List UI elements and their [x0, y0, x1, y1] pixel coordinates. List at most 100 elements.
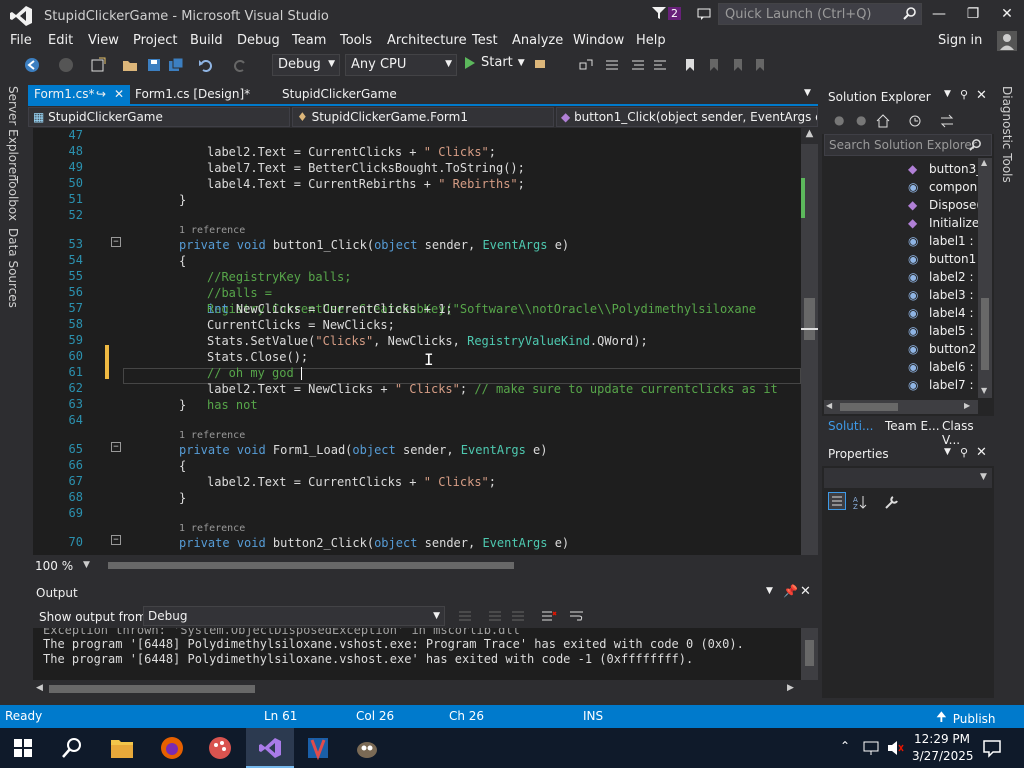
server-explorer-tab[interactable]: Server Explorer: [6, 86, 20, 179]
split-icon[interactable]: ▲: [801, 128, 818, 144]
scroll-thumb[interactable]: [840, 403, 898, 411]
zoom-level[interactable]: 100 %: [35, 559, 73, 573]
collapse-toggle[interactable]: −: [111, 237, 121, 247]
clock-date[interactable]: 3/27/2025: [912, 749, 974, 763]
undo-icon[interactable]: [198, 57, 214, 73]
clear-all-icon[interactable]: [541, 609, 557, 623]
menu-debug[interactable]: Debug: [237, 33, 280, 48]
tab-class-view[interactable]: Class V...: [942, 419, 994, 447]
file-explorer-icon[interactable]: [110, 737, 134, 759]
scroll-thumb[interactable]: [981, 298, 989, 370]
tab-form1-design[interactable]: Form1.cs [Design]*: [129, 85, 269, 104]
close-icon[interactable]: ✕: [976, 88, 987, 103]
browser-link-icon[interactable]: [534, 57, 550, 73]
scroll-up-icon[interactable]: ▲: [981, 158, 987, 167]
tree-horizontal-scrollbar[interactable]: ◀ ▶: [824, 400, 978, 414]
codelens-reference[interactable]: 1 reference: [179, 430, 245, 441]
save-all-icon[interactable]: [168, 57, 184, 73]
back-icon[interactable]: ●: [834, 113, 844, 127]
minimize-button[interactable]: —: [922, 0, 956, 28]
member-dropdown[interactable]: ◆ button1_Click(object sender, EventArgs…: [556, 107, 818, 127]
tab-team-explorer[interactable]: Team E...: [885, 419, 940, 433]
scroll-thumb[interactable]: [804, 298, 815, 340]
forward-icon[interactable]: ●: [856, 113, 866, 127]
collapse-toggle[interactable]: −: [111, 535, 121, 545]
close-button[interactable]: ✕: [990, 0, 1024, 28]
project-dropdown[interactable]: ▦ StupidClickerGame: [28, 107, 290, 127]
step-into-icon[interactable]: [578, 57, 594, 73]
output-source-select[interactable]: Debug ▼: [143, 606, 445, 626]
avatar[interactable]: [997, 31, 1017, 51]
configuration-select[interactable]: Debug ▼: [272, 54, 340, 76]
start-button[interactable]: Start ▼: [464, 55, 525, 70]
tree-vertical-scrollbar[interactable]: ▲ ▼: [978, 158, 992, 398]
back-icon[interactable]: [24, 57, 40, 73]
tab-solution-explorer[interactable]: Soluti...: [828, 419, 873, 433]
output-text[interactable]: Exception thrown: 'System.ObjectDisposed…: [33, 628, 818, 680]
categorized-button[interactable]: [828, 492, 846, 510]
scroll-thumb[interactable]: [108, 562, 514, 569]
data-sources-tab[interactable]: Data Sources: [6, 228, 20, 308]
clear-bookmarks-icon[interactable]: [752, 57, 768, 73]
gimp-icon[interactable]: [354, 736, 380, 760]
open-folder-icon[interactable]: [122, 57, 138, 73]
network-icon[interactable]: [862, 740, 880, 756]
sync-icon[interactable]: [940, 114, 954, 128]
pin-icon[interactable]: 📌: [783, 584, 798, 598]
menu-view[interactable]: View: [88, 33, 119, 48]
volume-muted-icon[interactable]: [887, 740, 905, 756]
word-wrap-icon[interactable]: [569, 609, 585, 623]
windows-start-icon[interactable]: [14, 739, 32, 757]
tab-form1-cs[interactable]: Form1.cs* ↪ ✕: [28, 85, 130, 104]
home-icon[interactable]: [876, 114, 890, 128]
scroll-left-icon[interactable]: ◀: [826, 401, 832, 410]
forward-icon[interactable]: [58, 57, 74, 73]
class-dropdown[interactable]: ♦ StupidClickerGame.Form1: [292, 107, 554, 127]
prev-message-icon[interactable]: [488, 609, 502, 623]
close-tab-icon[interactable]: ✕: [114, 87, 124, 101]
clock-time[interactable]: 12:29 PM: [914, 732, 970, 746]
chevron-down-icon[interactable]: ▼: [944, 447, 951, 457]
scroll-left-icon[interactable]: ◀: [36, 683, 43, 693]
scroll-right-icon[interactable]: ▶: [787, 683, 794, 693]
uncomment-lines-icon[interactable]: [652, 57, 668, 73]
close-icon[interactable]: ✕: [976, 445, 987, 460]
bookmark-icon[interactable]: [682, 57, 698, 73]
close-icon[interactable]: ✕: [800, 584, 811, 599]
comment-lines-icon[interactable]: [630, 57, 646, 73]
codelens-reference[interactable]: 1 reference: [179, 523, 245, 534]
menu-analyze[interactable]: Analyze: [512, 33, 563, 48]
solution-search-input[interactable]: Search Solution Explorer: [824, 134, 992, 156]
pin-icon[interactable]: ⚲: [960, 446, 968, 459]
collapse-toggle[interactable]: −: [111, 442, 121, 452]
scroll-thumb[interactable]: [805, 640, 814, 666]
action-center-icon[interactable]: [982, 738, 1002, 758]
publish-button[interactable]: 🠉 Publish: [936, 708, 996, 730]
platform-select[interactable]: Any CPU ▼: [345, 54, 457, 76]
codelens-reference[interactable]: 1 reference: [179, 225, 245, 236]
menu-edit[interactable]: Edit: [48, 33, 73, 48]
menu-architecture[interactable]: Architecture: [387, 33, 467, 48]
chevron-down-icon[interactable]: ▼: [83, 560, 90, 570]
menu-test[interactable]: Test: [472, 33, 498, 48]
pin-icon[interactable]: ⚲: [960, 88, 968, 101]
tab-stupidclickergame[interactable]: StupidClickerGame: [276, 85, 406, 104]
menu-team[interactable]: Team: [292, 33, 326, 48]
menu-build[interactable]: Build: [190, 33, 223, 48]
vs-blend-icon[interactable]: [306, 736, 330, 760]
output-vertical-scrollbar[interactable]: [801, 628, 818, 680]
editor-horizontal-scrollbar[interactable]: 100 % ▼: [33, 557, 801, 574]
menu-window[interactable]: Window: [573, 33, 624, 48]
prev-bookmark-icon[interactable]: [706, 57, 722, 73]
quick-launch-input[interactable]: Quick Launch (Ctrl+Q): [718, 3, 922, 25]
chevron-down-icon[interactable]: ▼: [766, 586, 773, 596]
menu-help[interactable]: Help: [636, 33, 666, 48]
diagnostic-tools-tab[interactable]: Diagnostic Tools: [1000, 86, 1014, 183]
search-icon[interactable]: [61, 737, 83, 759]
output-horizontal-scrollbar[interactable]: ◀ ▶: [33, 682, 818, 696]
find-message-icon[interactable]: [458, 609, 472, 623]
maximize-button[interactable]: ❐: [956, 0, 990, 28]
editor-vertical-scrollbar[interactable]: ▲: [801, 128, 818, 555]
next-message-icon[interactable]: [511, 609, 525, 623]
history-icon[interactable]: [908, 114, 922, 128]
